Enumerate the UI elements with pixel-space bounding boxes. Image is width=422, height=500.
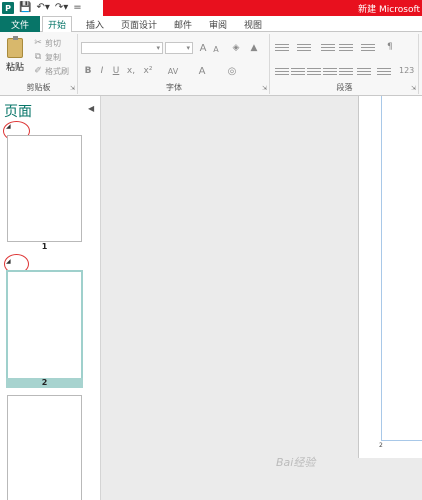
page-thumbnail-3[interactable] [7,395,82,500]
ribbon-tab-row: 文件 开始 插入 页面设计 邮件 审阅 视图 [0,16,422,33]
tab-view[interactable]: 视图 [238,16,268,32]
cut-button[interactable]: ✂ 剪切 [33,37,61,49]
distributed-icon[interactable] [339,66,353,78]
collapse-pane-icon[interactable]: ◀ [88,104,94,113]
paragraph-marks-icon[interactable]: ¶ [387,42,393,52]
workspace: 2 [101,96,422,500]
save-icon[interactable]: 💾 [19,2,31,14]
undo-icon[interactable]: ↶▾ [36,2,49,14]
redo-icon[interactable]: ↷▾ [55,2,68,14]
format-painter-label: 格式刷 [45,66,69,76]
font-color-button[interactable]: A [195,65,209,77]
bold-button[interactable]: B [83,65,93,77]
clipboard-group: 粘贴 ✂ 剪切 ⧉ 复制 ✐ 格式刷 剪贴板 ⇲ [0,34,78,94]
clear-format-icon[interactable]: ◈ [229,42,243,54]
font-launcher-icon[interactable]: ⇲ [262,85,267,92]
grow-font-button[interactable]: A [197,42,209,54]
format-painter-button[interactable]: ✐ 格式刷 [33,65,69,77]
align-right-icon[interactable] [307,66,321,78]
paragraph-group: ¶ 123 段落 ⇲ [271,34,419,94]
underline-button[interactable]: U [111,65,121,77]
align-center-icon[interactable] [291,66,305,78]
font-style-icon[interactable]: ▲ [247,42,261,54]
page-thumbnail-1[interactable] [7,135,82,242]
title-bar: P 💾 ↶▾ ↷▾ = 新建 Microsoft [0,0,422,16]
copy-icon: ⧉ [34,52,42,62]
paste-label: 粘贴 [5,63,24,73]
tab-file[interactable]: 文件 [0,16,40,32]
nav-pane-title: 页面 [4,104,32,120]
tab-insert[interactable]: 插入 [80,16,110,32]
paste-button[interactable]: 粘贴 [4,36,26,74]
tab-mailings[interactable]: 邮件 [168,16,198,32]
paragraph-spacing-icon[interactable] [377,66,391,78]
publication-page[interactable]: 2 [358,96,422,458]
text-effects-icon[interactable]: ◎ [225,65,239,77]
margin-guide-vertical [381,96,382,440]
shrink-font-button[interactable]: A [211,43,221,55]
margin-guide-horizontal [381,440,422,441]
font-name-dropdown[interactable]: ▾ [81,42,163,54]
italic-button[interactable]: I [97,65,107,77]
numbering-icon[interactable] [297,42,311,54]
quick-access-toolbar: P 💾 ↶▾ ↷▾ = [2,1,82,15]
clipboard-group-label: 剪贴板 [26,83,51,92]
columns-icon[interactable] [361,42,375,54]
chevron-down-icon: ▾ [156,44,160,52]
paste-icon [7,36,23,58]
publisher-app-icon[interactable]: P [2,2,14,14]
numbers-style-icon[interactable]: 123 [399,66,414,75]
decrease-indent-icon[interactable] [321,42,335,54]
bullets-icon[interactable] [275,42,289,54]
superscript-button[interactable]: x² [141,65,155,77]
chevron-down-icon: ▾ [186,44,190,52]
line-spacing-icon[interactable] [357,66,371,78]
subscript-button[interactable]: x, [125,65,137,77]
font-size-dropdown[interactable]: ▾ [165,42,193,54]
copy-button[interactable]: ⧉ 复制 [33,51,61,63]
tab-review[interactable]: 审阅 [203,16,233,32]
increase-indent-icon[interactable] [339,42,353,54]
cut-label: 剪切 [45,38,61,48]
scissors-icon: ✂ [34,38,42,48]
justify-icon[interactable] [323,66,337,78]
tab-home[interactable]: 开始 [42,16,72,33]
page-number-text: 2 [379,442,383,449]
customize-qat-icon[interactable]: = [73,2,81,14]
font-group-label: 字体 [166,83,182,92]
title-bar-banner: 新建 Microsoft [103,0,422,16]
align-left-icon[interactable] [275,66,289,78]
paragraph-group-label: 段落 [336,83,353,92]
page-navigation-pane: 页面 ◀ ◢ 1 ◢ 2 [0,96,101,500]
window-title: 新建 Microsoft [358,5,420,15]
watermark-text: Bai经验 [276,456,316,469]
page-thumbnail-2[interactable] [6,270,83,380]
page-thumbnail-number-1: 1 [41,242,48,251]
brush-icon: ✐ [34,66,42,76]
page-thumbnail-number-2: 2 [6,378,83,388]
ribbon-home: 粘贴 ✂ 剪切 ⧉ 复制 ✐ 格式刷 剪贴板 ⇲ ▾ ▾ A A ◈ ▲ B I… [0,32,422,96]
character-spacing-button[interactable]: AV [163,65,183,77]
tab-page-design[interactable]: 页面设计 [116,16,162,32]
font-group: ▾ ▾ A A ◈ ▲ B I U x, x² AV A ◎ 字体 ⇲ [79,34,270,94]
copy-label: 复制 [45,52,61,62]
paragraph-launcher-icon[interactable]: ⇲ [411,85,416,92]
clipboard-launcher-icon[interactable]: ⇲ [70,85,75,92]
